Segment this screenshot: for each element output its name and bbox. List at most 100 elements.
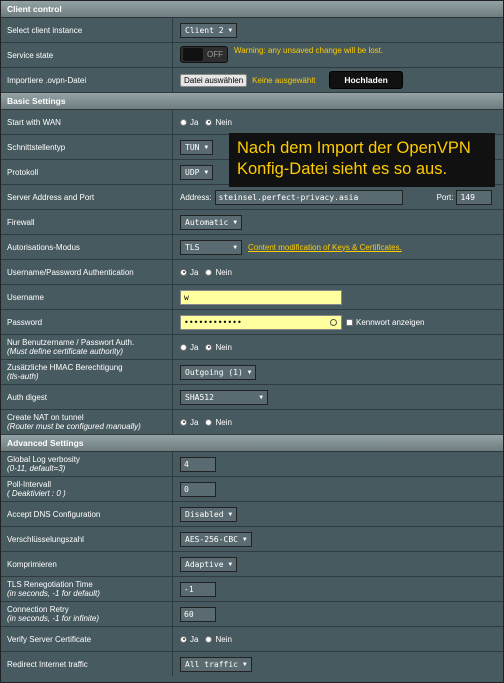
- interface-value: TUN: [185, 142, 200, 152]
- redirect-value: All traffic: [185, 659, 238, 669]
- userpass-no-radio[interactable]: Nein: [205, 268, 232, 277]
- upload-button[interactable]: Hochladen: [329, 71, 403, 89]
- hmac-sub: (tls-auth): [7, 372, 39, 381]
- compress-label: Komprimieren: [1, 552, 173, 576]
- row-service-state: Service state OFF Warning: any unsaved c…: [1, 43, 503, 68]
- radio-label: Ja: [190, 342, 199, 352]
- chevron-down-icon: ▼: [228, 510, 233, 518]
- radio-selected-icon: [205, 343, 213, 351]
- verbosity-label-block: Global Log verbosity (0-11, default=3): [1, 452, 173, 476]
- chevron-down-icon: ▼: [233, 243, 237, 251]
- retry-label-block: Connection Retry (in seconds, -1 for infi…: [1, 602, 173, 626]
- section-advanced-settings: Advanced Settings: [1, 435, 503, 452]
- address-label: Address:: [180, 192, 212, 202]
- firewall-select[interactable]: Automatic ▼: [180, 214, 242, 230]
- poll-input[interactable]: 0: [180, 481, 216, 497]
- tls-label: TLS Renegotiation Time: [7, 580, 93, 589]
- retry-input[interactable]: 60: [180, 606, 216, 622]
- radio-label: Nein: [215, 117, 232, 127]
- row-select-instance: Select client instance Client 2 ▼: [1, 18, 503, 43]
- service-state-label: Service state: [1, 43, 173, 67]
- redirect-select[interactable]: All traffic ▼: [180, 656, 252, 672]
- choose-file-button[interactable]: Datei auswählen: [180, 73, 248, 87]
- interface-select[interactable]: TUN ▼: [180, 139, 214, 155]
- radio-label: Ja: [190, 117, 199, 127]
- show-password-checkbox[interactable]: [346, 318, 353, 326]
- verbosity-label: Global Log verbosity: [7, 455, 80, 464]
- digest-select[interactable]: SHA512 ▼: [180, 389, 268, 405]
- retry-sub: (in seconds, -1 for infinite): [7, 614, 100, 623]
- row-start-with-wan: Start with WAN Ja Nein: [1, 110, 503, 135]
- dns-value: Disabled: [185, 509, 224, 519]
- row-password: Password •••••••••••• Kennwort anzeigen: [1, 310, 503, 335]
- tls-input[interactable]: -1: [180, 581, 216, 597]
- radio-selected-icon: [205, 118, 213, 126]
- service-state-toggle[interactable]: OFF: [180, 46, 228, 63]
- instance-select[interactable]: Client 2 ▼: [180, 22, 238, 38]
- password-mask: ••••••••••••: [184, 317, 242, 327]
- auth-mode-select[interactable]: TLS ▼: [180, 239, 242, 255]
- cipher-select[interactable]: AES-256-CBC ▼: [180, 531, 252, 547]
- verify-no-radio[interactable]: Nein: [205, 634, 232, 644]
- hmac-label-block: Zusätzliche HMAC Berechtigung (tls-auth): [1, 360, 173, 384]
- show-password-label: Kennwort anzeigen: [356, 317, 425, 327]
- hmac-value: Outgoing (1): [185, 367, 243, 377]
- hmac-select[interactable]: Outgoing (1) ▼: [180, 364, 257, 380]
- row-auth-digest: Auth digest SHA512 ▼: [1, 385, 503, 410]
- row-server-address: Server Address and Port Address: steinse…: [1, 185, 503, 210]
- vpn-client-panel: Client control Select client instance Cl…: [0, 0, 504, 683]
- compress-select[interactable]: Adaptive ▼: [180, 556, 238, 572]
- radio-label: Nein: [215, 634, 232, 644]
- nat-label-block: Create NAT on tunnel (Router must be conf…: [1, 410, 173, 434]
- username-input[interactable]: w: [180, 289, 342, 305]
- keys-certificates-link[interactable]: Content modification of Keys & Certifica…: [248, 243, 402, 252]
- row-poll-interval: Poll-Intervall( Deaktiviert : 0 ) 0: [1, 477, 503, 502]
- retry-label: Connection Retry: [7, 605, 69, 614]
- select-instance-label: Select client instance: [1, 18, 173, 42]
- annotation-callout: Nach dem Import der OpenVPN Konfig-Datei…: [229, 133, 495, 187]
- poll-label: Poll-Intervall: [7, 480, 52, 489]
- protocol-value: UDP: [185, 167, 200, 177]
- server-address-input[interactable]: steinsel.perfect-privacy.asia: [214, 189, 403, 205]
- digest-value: SHA512: [185, 392, 214, 402]
- chevron-down-icon: ▼: [242, 660, 247, 668]
- eye-icon[interactable]: [330, 318, 337, 326]
- auth-mode-label: Autorisations-Modus: [1, 235, 173, 259]
- only-user-sub: (Must define certificate authority): [7, 347, 124, 356]
- radio-label: Ja: [190, 634, 199, 644]
- password-label: Password: [1, 310, 173, 334]
- verify-yes-radio[interactable]: Ja: [180, 635, 198, 644]
- interface-label: Schnittstellentyp: [1, 135, 173, 159]
- protocol-select[interactable]: UDP ▼: [180, 164, 214, 180]
- nat-no-radio[interactable]: Nein: [205, 418, 232, 427]
- cipher-value: AES-256-CBC: [185, 534, 238, 544]
- radio-icon: [180, 343, 187, 351]
- toggle-knob: [183, 48, 203, 61]
- verbosity-input[interactable]: 4: [180, 456, 216, 472]
- radio-selected-icon: [180, 635, 187, 643]
- row-verify-cert: Verify Server Certificate Ja Nein: [1, 627, 503, 652]
- protocol-label: Protokoll: [1, 160, 173, 184]
- nat-yes-radio[interactable]: Ja: [180, 418, 198, 427]
- tls-label-block: TLS Renegotiation Time (in seconds, -1 fo…: [1, 577, 173, 601]
- userpass-yes-radio[interactable]: Ja: [180, 268, 198, 277]
- password-input[interactable]: ••••••••••••: [180, 314, 342, 330]
- start-wan-no-radio[interactable]: Nein: [205, 117, 232, 127]
- radio-label: Ja: [190, 417, 199, 427]
- row-redirect-traffic: Redirect Internet traffic All traffic ▼: [1, 652, 503, 676]
- only-user-yes-radio[interactable]: Ja: [180, 343, 198, 352]
- port-label: Port:: [436, 192, 454, 202]
- only-user-no-radio[interactable]: Nein: [205, 343, 232, 352]
- verify-label: Verify Server Certificate: [1, 627, 173, 651]
- chevron-down-icon: ▼: [247, 368, 252, 376]
- start-wan-yes-radio[interactable]: Ja: [180, 118, 198, 127]
- port-input[interactable]: 149: [456, 189, 493, 205]
- radio-icon: [205, 268, 213, 276]
- import-label: Importiere .ovpn-Datei: [1, 68, 173, 92]
- chevron-down-icon: ▼: [204, 168, 209, 176]
- dns-select[interactable]: Disabled ▼: [180, 506, 238, 522]
- chevron-down-icon: ▼: [242, 535, 247, 543]
- unsaved-warning: Warning: any unsaved change will be lost…: [234, 46, 384, 55]
- tls-sub: (in seconds, -1 for default): [7, 589, 100, 598]
- userpass-label: Username/Password Authentication: [1, 260, 173, 284]
